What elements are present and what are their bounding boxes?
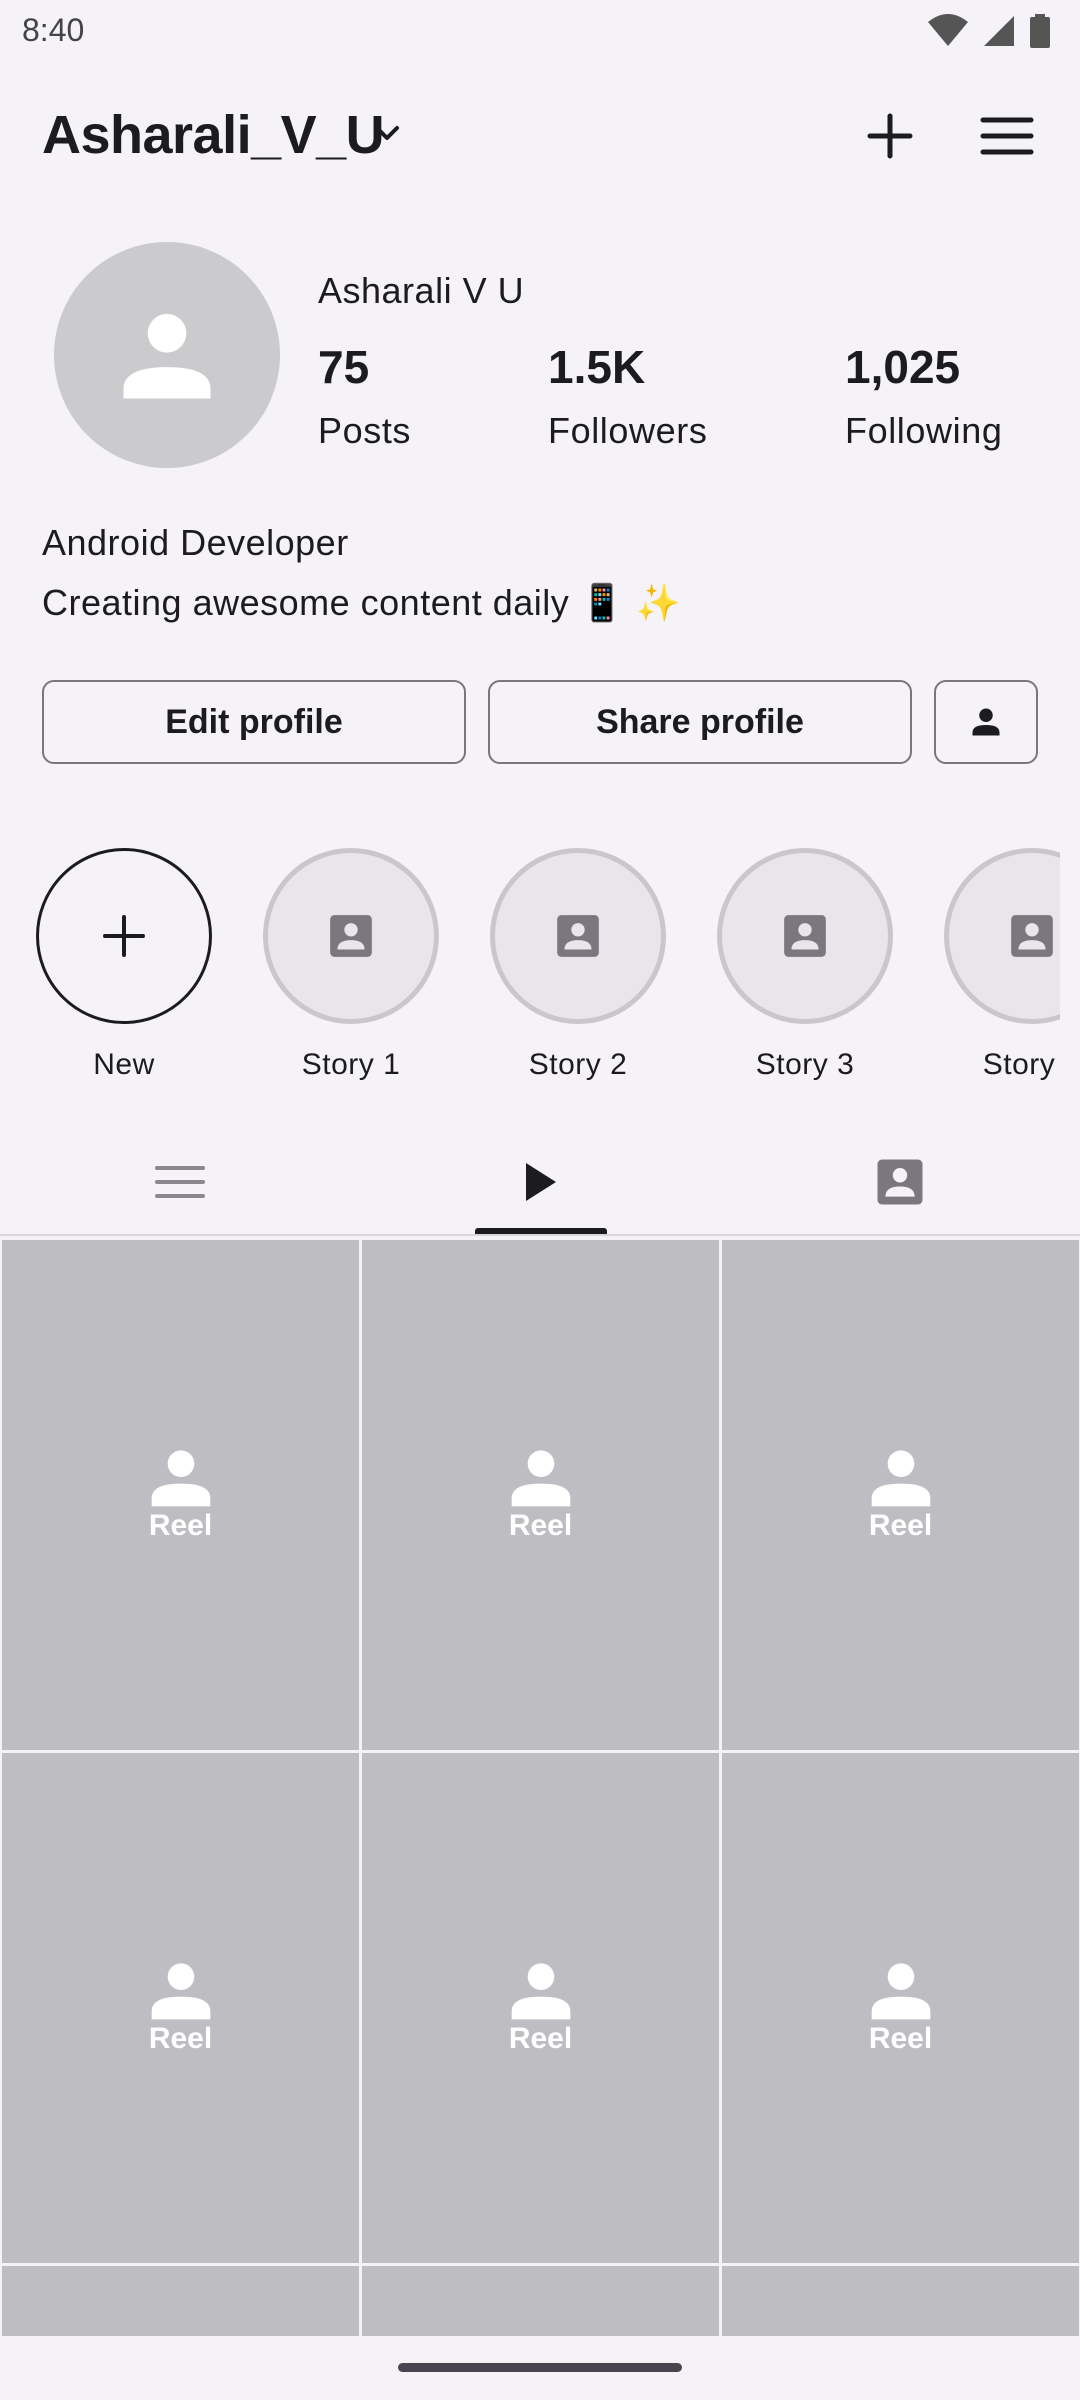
menu-icon[interactable]	[980, 116, 1034, 156]
story-label: Story 3	[755, 1048, 855, 1081]
contact-icon	[877, 1159, 923, 1205]
reel-tile[interactable]	[362, 2266, 719, 2336]
stat-followers[interactable]: 1.5K Followers	[548, 340, 707, 452]
avatar[interactable]	[54, 242, 280, 468]
reel-tile[interactable]: Reel	[362, 1240, 719, 1750]
stat-posts[interactable]: 75 Posts	[318, 340, 411, 452]
top-app-bar: Asharali_V_U	[0, 96, 1080, 176]
stat-label: Followers	[548, 410, 708, 451]
contact-icon	[1011, 915, 1053, 957]
bio-title: Android Developer	[42, 522, 349, 563]
reel-tile[interactable]: Reel	[2, 1240, 359, 1750]
story-circle	[490, 848, 666, 1024]
person-icon	[871, 1963, 930, 2020]
stat-label: Following	[845, 410, 1003, 451]
reel-label: Reel	[148, 1509, 213, 1542]
reel-label: Reel	[508, 1509, 573, 1542]
edit-profile-button[interactable]: Edit profile	[42, 680, 466, 764]
reel-label: Reel	[868, 2022, 933, 2055]
story-label: Story 2	[528, 1048, 628, 1081]
stat-value: 75	[318, 341, 370, 393]
story-new[interactable]: New	[36, 848, 212, 1082]
story-circle	[717, 848, 893, 1024]
add-icon[interactable]	[864, 110, 916, 162]
discover-people-button[interactable]	[934, 680, 1038, 764]
story-circle	[263, 848, 439, 1024]
contact-icon	[784, 915, 826, 957]
tab-posts[interactable]	[0, 1130, 360, 1234]
battery-icon	[1030, 14, 1050, 48]
play-icon	[526, 1163, 556, 1201]
story-3[interactable]: Story 3	[717, 848, 893, 1082]
person-icon	[871, 1450, 930, 1507]
contact-icon	[557, 915, 599, 957]
person-icon	[511, 1450, 570, 1507]
reel-tile[interactable]: Reel	[722, 1240, 1079, 1750]
reels-grid: Reel Reel Reel Reel Reel Reel	[0, 1236, 1080, 2336]
list-icon	[155, 1166, 205, 1198]
person-icon	[123, 313, 211, 399]
story-label: Story 4	[982, 1048, 1060, 1081]
reel-tile[interactable]	[722, 2266, 1079, 2336]
story-1[interactable]: Story 1	[263, 848, 439, 1082]
tab-reels[interactable]	[360, 1130, 720, 1234]
story-highlights: New Story 1 Story 2 Story 3 Story 4	[0, 840, 1060, 1100]
status-icons	[928, 14, 1050, 48]
story-label: Story 1	[301, 1048, 401, 1081]
story-2[interactable]: Story 2	[490, 848, 666, 1082]
display-name: Asharali V U	[318, 270, 525, 311]
reel-label: Reel	[148, 2022, 213, 2055]
reel-tile[interactable]: Reel	[2, 1753, 359, 2263]
stat-label: Posts	[318, 410, 412, 451]
reel-tile[interactable]	[2, 2266, 359, 2336]
chevron-down-icon[interactable]	[372, 118, 402, 148]
person-add-icon	[972, 708, 1000, 736]
stat-value: 1,025	[845, 341, 961, 393]
gesture-nav-handle[interactable]	[398, 2363, 682, 2372]
reel-label: Reel	[508, 2022, 573, 2055]
plus-icon	[103, 915, 145, 957]
story-4[interactable]: Story 4	[944, 848, 1060, 1082]
person-icon	[151, 1963, 210, 2020]
bio-text: Creating awesome content daily 📱 ✨	[42, 582, 681, 623]
username-switcher[interactable]: Asharali_V_U	[42, 104, 385, 166]
contact-icon	[330, 915, 372, 957]
reel-label: Reel	[868, 1509, 933, 1542]
signal-icon	[984, 16, 1014, 46]
stat-value: 1.5K	[548, 341, 646, 393]
wifi-icon	[928, 14, 968, 46]
person-icon	[151, 1450, 210, 1507]
story-circle	[944, 848, 1060, 1024]
status-bar: 8:40	[0, 0, 1080, 64]
share-profile-button[interactable]: Share profile	[488, 680, 912, 764]
reel-tile[interactable]: Reel	[722, 1753, 1079, 2263]
stat-following[interactable]: 1,025 Following	[845, 340, 1002, 452]
story-label: New	[93, 1048, 155, 1081]
tab-tagged[interactable]	[720, 1130, 1080, 1234]
reel-tile[interactable]: Reel	[362, 1753, 719, 2263]
status-time: 8:40	[22, 12, 85, 48]
story-circle	[36, 848, 212, 1024]
person-icon	[511, 1963, 570, 2020]
